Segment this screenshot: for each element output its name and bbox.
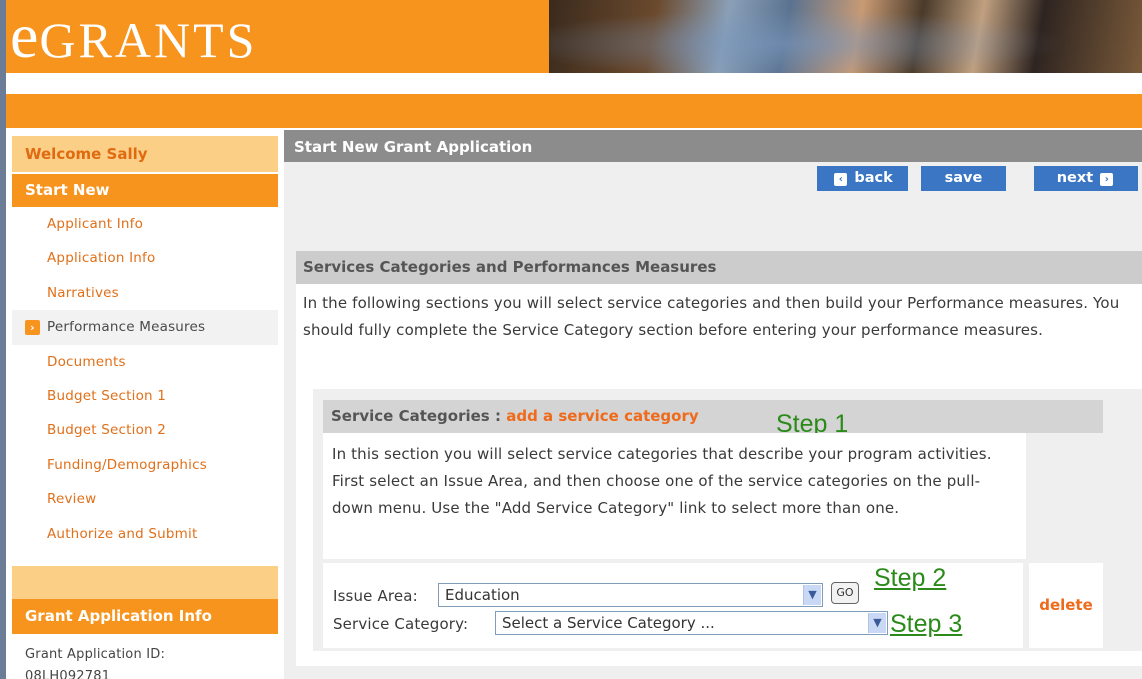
arrow-right-icon: › (25, 320, 40, 336)
sidebar-item-application-info[interactable]: Application Info (12, 241, 278, 275)
service-category-form: Issue Area: Education ▼ GO Step 2 Servic… (323, 563, 1023, 648)
sidebar-item-documents[interactable]: Documents (12, 345, 278, 379)
sidebar-item-funding-demographics[interactable]: Funding/Demographics (12, 448, 278, 482)
sidebar-nav: Applicant Info Application Info Narrativ… (12, 207, 278, 551)
page-title: Start New Grant Application (284, 130, 1142, 162)
sidebar-spacer (12, 565, 278, 599)
grant-id-label: Grant Application ID: (25, 646, 166, 662)
main-content: Start New Grant Application ‹ back save … (284, 130, 1142, 679)
service-categories-box: Service Categories : add a service categ… (313, 389, 1142, 651)
issue-area-label: Issue Area: (333, 587, 418, 605)
sidebar-item-performance-measures[interactable]: › Performance Measures (12, 310, 278, 345)
delete-link[interactable]: delete (1029, 563, 1103, 648)
save-button[interactable]: save (921, 166, 1006, 191)
welcome-message: Welcome Sally (12, 136, 278, 172)
header-divider (6, 73, 1142, 77)
add-service-category-link[interactable]: add a service category (506, 407, 698, 425)
chevron-down-icon[interactable]: ▼ (803, 585, 821, 605)
chevron-down-icon[interactable]: ▼ (868, 613, 886, 633)
sidebar-item-budget-section-1[interactable]: Budget Section 1 (12, 379, 278, 413)
sidebar-item-narratives[interactable]: Narratives (12, 276, 278, 310)
step-2-annotation: Step 2 (874, 564, 947, 592)
back-button[interactable]: ‹ back (817, 166, 908, 191)
grant-application-id: Grant Application ID: 08LH092781 (12, 634, 278, 679)
sidebar-item-budget-section-2[interactable]: Budget Section 2 (12, 413, 278, 447)
issue-area-select[interactable]: Education ▼ (438, 583, 823, 607)
go-button[interactable]: GO (831, 582, 859, 604)
services-panel: Services Categories and Performances Mea… (296, 251, 1142, 666)
header-banner: eGRANTS (6, 0, 1142, 76)
services-panel-title: Services Categories and Performances Mea… (296, 251, 1142, 284)
service-categories-description: In this section you will select service … (323, 433, 1026, 559)
sidebar-item-authorize-submit[interactable]: Authorize and Submit (12, 517, 278, 551)
services-panel-intro: In the following sections you will selec… (303, 294, 1120, 339)
sidebar-item-review[interactable]: Review (12, 482, 278, 516)
sidebar: Welcome Sally Start New Applicant Info A… (12, 136, 278, 679)
egrants-logo: eGRANTS (10, 0, 258, 71)
header-band (6, 94, 1142, 128)
sidebar-item-applicant-info[interactable]: Applicant Info (12, 207, 278, 241)
service-category-label: Service Category: (333, 615, 469, 633)
arrow-right-icon: › (1100, 173, 1114, 186)
arrow-left-icon: ‹ (834, 173, 848, 186)
service-categories-heading: Service Categories : add a service categ… (323, 400, 1103, 438)
grant-id-value: 08LH092781 (25, 668, 111, 679)
service-category-select[interactable]: Select a Service Category ... ▼ (495, 611, 888, 635)
grant-application-info-heading: Grant Application Info (12, 598, 278, 634)
header-photo (549, 0, 1142, 73)
step-3-annotation: Step 3 (890, 610, 963, 638)
sidebar-section-start-new: Start New (12, 174, 278, 207)
next-button[interactable]: next › (1034, 166, 1138, 191)
